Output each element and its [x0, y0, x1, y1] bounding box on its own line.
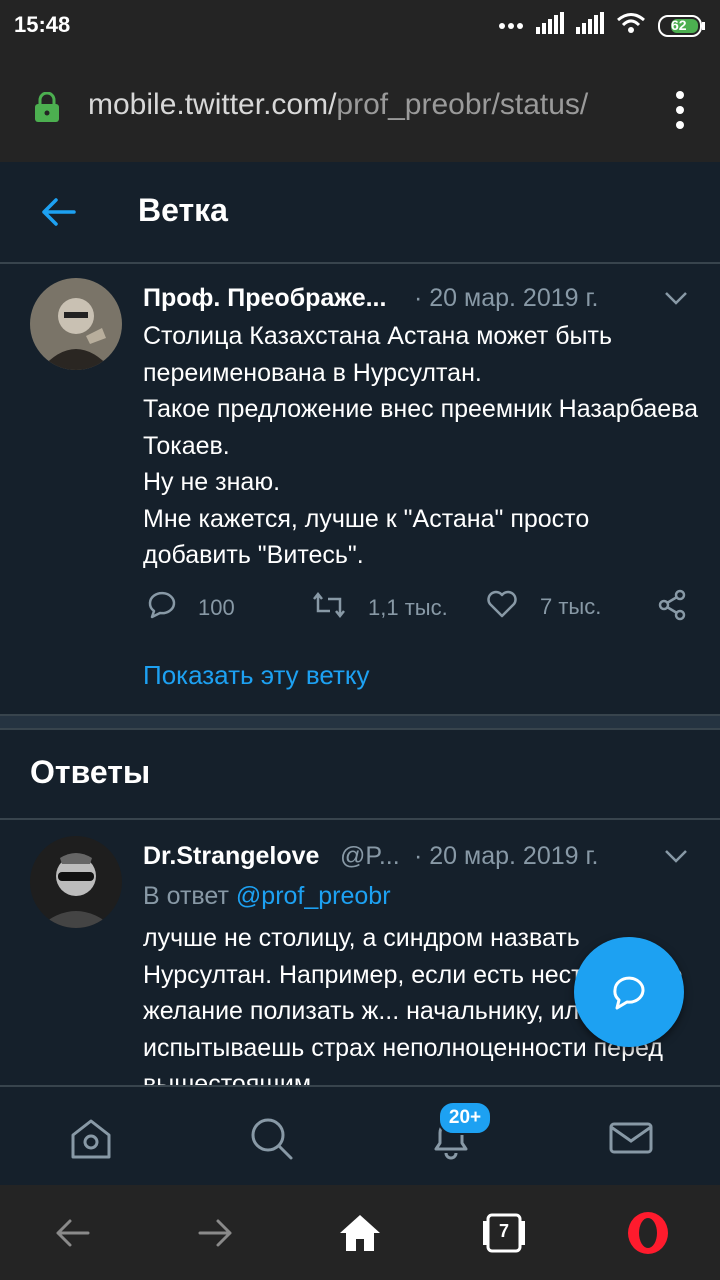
page-header: Ветка: [0, 162, 720, 264]
url-text[interactable]: mobile.twitter.com/prof_preobr/status/: [88, 88, 648, 122]
reply-count: 100: [198, 595, 235, 620]
browser-forward-icon[interactable]: [194, 1211, 238, 1255]
browser-tabs-button[interactable]: 7: [482, 1211, 526, 1255]
app-tab-bar: 20+: [0, 1085, 720, 1187]
notifications-badge: 20+: [438, 1101, 492, 1135]
retweet-button[interactable]: 1,1 тыс.: [312, 589, 448, 627]
page-title: Ветка: [138, 192, 228, 228]
share-icon: [656, 589, 688, 627]
tweet-author-name[interactable]: Проф. Преображе...: [143, 284, 386, 313]
like-button[interactable]: 7 тыс.: [486, 589, 601, 625]
reply-icon: [144, 589, 176, 627]
reply-author-handle[interactable]: @P...: [340, 842, 400, 871]
more-dots-icon: [498, 17, 524, 35]
browser-home-icon[interactable]: [338, 1211, 382, 1255]
reply-author-name[interactable]: Dr.Strangelove: [143, 842, 319, 871]
like-count: 7 тыс.: [540, 594, 602, 619]
in-reply-to: В ответ @prof_preobr: [143, 882, 391, 911]
share-button[interactable]: [656, 589, 688, 627]
main-tweet[interactable]: Проф. Преображе... · 20 мар. 2019 г. Сто…: [0, 264, 720, 714]
tabs-count: 7: [498, 1221, 509, 1241]
avatar[interactable]: [30, 836, 122, 928]
status-icons: 62: [498, 12, 706, 39]
opera-menu-icon[interactable]: [626, 1211, 670, 1255]
retweet-count: 1,1 тыс.: [368, 595, 448, 620]
replies-heading: Ответы: [30, 754, 151, 790]
chevron-down-icon[interactable]: [664, 290, 688, 306]
reply-date[interactable]: · 20 мар. 2019 г.: [414, 842, 599, 871]
status-bar: 15:48 62: [0, 0, 720, 52]
avatar[interactable]: [30, 278, 122, 370]
status-time: 15:48: [14, 12, 71, 37]
tweet-date[interactable]: · 20 мар. 2019 г.: [414, 284, 599, 313]
wifi-icon: [616, 12, 646, 39]
url-path: prof_preobr/status/: [336, 88, 589, 121]
reply-button[interactable]: 100: [144, 589, 235, 627]
tweet-text: Столица Казахстана Астана может быть пер…: [143, 322, 699, 569]
battery-level: 62: [671, 16, 687, 33]
in-reply-handle-link[interactable]: @prof_preobr: [236, 882, 391, 910]
browser-back-icon[interactable]: [50, 1211, 94, 1255]
lock-icon: [34, 91, 60, 122]
url-host: mobile.twitter.com/: [88, 88, 337, 121]
back-arrow-icon[interactable]: [38, 192, 78, 232]
battery-icon: 62: [658, 14, 706, 38]
browser-nav-bar: 7: [0, 1185, 720, 1280]
search-icon[interactable]: [248, 1115, 294, 1161]
signal-icon-2: [576, 12, 604, 39]
heart-icon: [486, 589, 518, 625]
section-divider: [0, 714, 720, 730]
chevron-down-icon[interactable]: [664, 848, 688, 864]
home-icon[interactable]: [68, 1115, 114, 1161]
retweet-icon: [312, 589, 346, 627]
signal-icon: [536, 12, 564, 39]
browser-menu-icon[interactable]: [676, 90, 684, 130]
tweet-actions: 100 1,1 тыс. 7 тыс.: [0, 589, 720, 629]
show-thread-link[interactable]: Показать эту ветку: [143, 660, 370, 691]
compose-button[interactable]: [574, 937, 684, 1047]
messages-mail-icon[interactable]: [608, 1115, 654, 1161]
browser-url-bar[interactable]: mobile.twitter.com/prof_preobr/status/: [0, 52, 720, 162]
compose-reply-icon: [613, 976, 645, 1010]
in-reply-prefix: В ответ: [143, 882, 229, 910]
